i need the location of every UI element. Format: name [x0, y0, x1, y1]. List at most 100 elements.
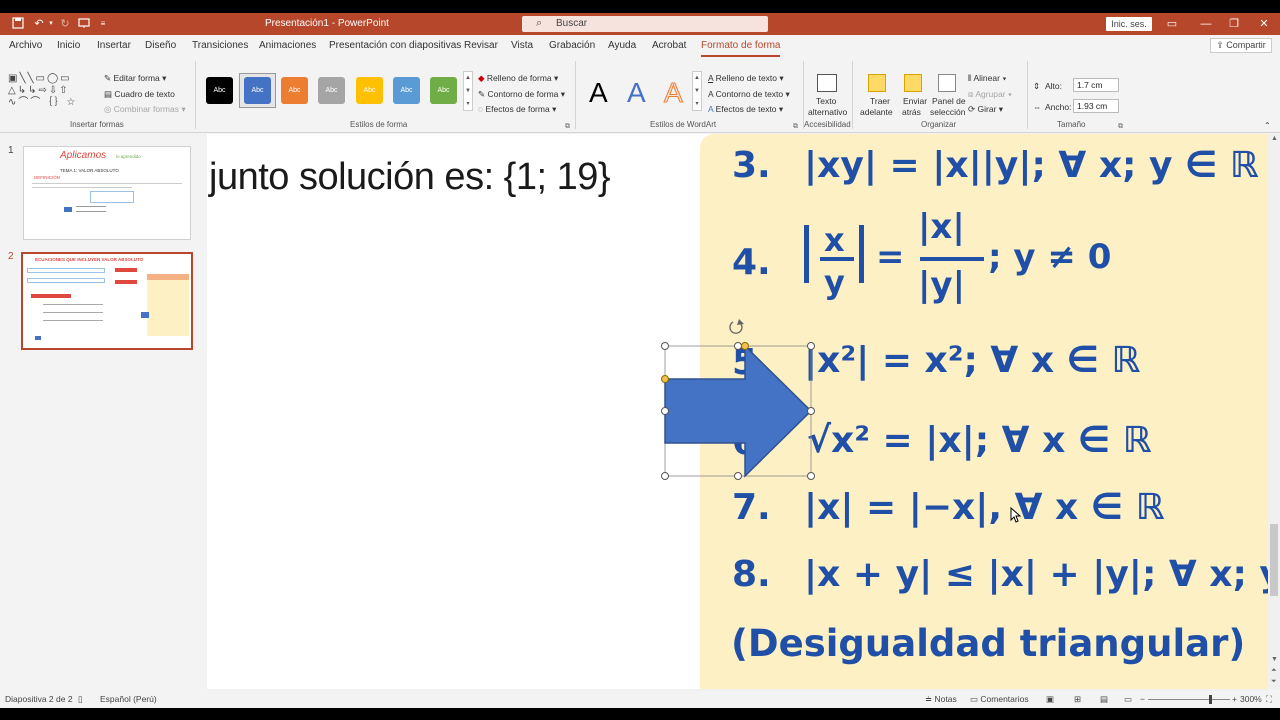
tab-presentacion[interactable]: Presentación con diapositivas [329, 40, 461, 51]
comments-button[interactable]: ▭ Comentarios [970, 694, 1029, 705]
zoom-slider[interactable] [1148, 699, 1230, 700]
resize-handle[interactable] [807, 407, 815, 415]
resize-handle[interactable] [661, 407, 669, 415]
zoom-out-icon[interactable]: − [1140, 694, 1145, 704]
width-input[interactable]: 1.93 cm [1073, 99, 1119, 113]
shape-fill-button[interactable]: ◆ Relleno de forma ▾ [478, 73, 558, 84]
resize-handle[interactable] [807, 342, 815, 350]
wordart-gallery-scroll[interactable]: ▲ ▼ ▾ [692, 71, 702, 111]
share-button[interactable]: ⇪ Compartir [1210, 38, 1272, 53]
divider [1027, 61, 1028, 129]
next-slide-icon[interactable]: ⏷ [1271, 678, 1277, 686]
tab-grabacion[interactable]: Grabación [549, 40, 595, 51]
text-outline-button[interactable]: A Contorno de texto ▾ [708, 89, 790, 100]
zoom-slider-thumb[interactable] [1209, 695, 1212, 704]
resize-handle[interactable] [734, 472, 742, 480]
zoom-in-icon[interactable]: + [1232, 694, 1237, 704]
thumb2-arrow [35, 336, 41, 340]
slideshow-view-icon[interactable]: ▭ [1124, 694, 1132, 705]
text-fill-button[interactable]: A Relleno de texto ▾ [708, 73, 784, 84]
customize-icon[interactable]: ≡ [96, 17, 110, 31]
height-input[interactable]: 1.7 cm [1073, 78, 1119, 92]
slide-thumbnail-2[interactable]: ECUACIONES QUE INCLUYEN VALOR ABSOLUTO [21, 252, 193, 350]
language-indicator[interactable]: Español (Perú) [100, 694, 157, 704]
resize-handle[interactable] [734, 342, 742, 350]
scroll-up-icon[interactable]: ▲ [1271, 135, 1278, 142]
wordart-style-orange[interactable]: A [664, 77, 684, 109]
vertical-scroll-thumb[interactable] [1270, 524, 1278, 596]
resize-handle[interactable] [807, 472, 815, 480]
chevron-down-icon[interactable]: ▾ [44, 17, 58, 31]
slide-thumbnail-1[interactable]: Aplicamos lo aprendido TEMA 1: VALOR ABS… [23, 146, 191, 240]
right-arrow-shape[interactable] [659, 316, 819, 482]
wordart-style-black[interactable]: A [589, 77, 608, 109]
shape-style-gold[interactable]: Abc [356, 77, 383, 104]
merge-shapes-label: Combinar formas [113, 104, 179, 114]
close-icon[interactable]: ✕ [1256, 16, 1272, 32]
present-icon[interactable] [77, 17, 91, 31]
tab-inicio[interactable]: Inicio [57, 40, 80, 51]
tab-transiciones[interactable]: Transiciones [192, 40, 248, 51]
restore-icon[interactable]: ❐ [1226, 16, 1242, 32]
shapes-gallery[interactable]: ▣╲╲▭◯▭ △↳↳⇨⇩⇧ ∿⌒⌒｛｝☆ [8, 73, 98, 113]
shape-style-orange[interactable]: Abc [281, 77, 308, 104]
text-fill-label: Relleno de texto [715, 73, 778, 83]
wordart-style-blue[interactable]: A [627, 77, 646, 109]
tab-diseno[interactable]: Diseño [145, 40, 176, 51]
search-box[interactable]: ⌕ Buscar [522, 16, 768, 32]
shape-style-black[interactable]: Abc [206, 77, 233, 104]
text-box-button[interactable]: ▤ Cuadro de texto [104, 89, 175, 100]
size-launcher-icon[interactable]: ⧉ [1118, 123, 1123, 131]
collapse-ribbon-icon[interactable]: ⌃ [1264, 121, 1271, 130]
thumb2-panel-header [147, 274, 189, 280]
shape-style-gray[interactable]: Abc [318, 77, 345, 104]
merge-shapes-button[interactable]: ◎ Combinar formas ▾ [104, 104, 186, 115]
text-effects-button[interactable]: A Efectos de texto ▾ [708, 104, 783, 115]
minimize-icon[interactable]: — [1198, 16, 1214, 32]
tab-acrobat[interactable]: Acrobat [652, 40, 686, 51]
wordart-group-label: Estilos de WordArt [650, 120, 717, 129]
sign-in-button[interactable]: Inic. ses. [1106, 17, 1152, 31]
zoom-level[interactable]: 300% [1240, 694, 1262, 704]
edit-shape-button[interactable]: ✎ Editar forma ▾ [104, 73, 166, 84]
ribbon-display-icon[interactable]: ▭ [1164, 16, 1180, 32]
adjust-handle[interactable] [741, 342, 749, 350]
rotate-handle-icon[interactable] [729, 319, 744, 334]
width-icon: ⇔ [1033, 102, 1042, 112]
scroll-down-icon[interactable]: ▼ [1271, 656, 1278, 663]
accessibility-check-icon[interactable]: ▯ [78, 694, 83, 705]
equation-4: x y = |x| |y| ; y ≠ 0 [804, 207, 1224, 327]
shape-effects-button[interactable]: ◌ Efectos de forma ▾ [478, 104, 556, 115]
reading-view-icon[interactable]: ▤ [1100, 694, 1108, 705]
tab-ayuda[interactable]: Ayuda [608, 40, 636, 51]
tab-animaciones[interactable]: Animaciones [259, 40, 316, 51]
shape-style-lightblue[interactable]: Abc [393, 77, 420, 104]
shape-outline-button[interactable]: ✎ Contorno de forma ▾ [478, 89, 565, 100]
fit-slide-icon[interactable]: ⛶ [1266, 694, 1272, 705]
shape-style-green[interactable]: Abc [430, 77, 457, 104]
rotate-button[interactable]: ⟳ Girar ▾ [968, 104, 1003, 115]
tab-archivo[interactable]: Archivo [9, 40, 42, 51]
group-button[interactable]: ⧈ Agrupar ▾ [968, 89, 1012, 100]
save-icon[interactable] [11, 17, 25, 31]
notes-button[interactable]: ≐ Notas [925, 694, 957, 705]
normal-view-icon[interactable]: ▣ [1046, 694, 1054, 705]
vertical-scrollbar[interactable]: ▲ ▼ ⏶ ⏷ [1268, 134, 1280, 689]
resize-handle[interactable] [661, 342, 669, 350]
styles-gallery-scroll[interactable]: ▲ ▼ ▾ [463, 71, 473, 111]
resize-handle[interactable] [661, 472, 669, 480]
slide-canvas[interactable]: junto solución es: {1; 19} 3. |xy| = |x|… [207, 134, 1268, 689]
align-button[interactable]: ⫴ Alinear ▾ [968, 73, 1006, 84]
shape-style-blue[interactable]: Abc [244, 77, 271, 104]
slide-sorter-icon[interactable]: ⊞ [1074, 694, 1081, 705]
prev-slide-icon[interactable]: ⏶ [1271, 667, 1277, 675]
shape-styles-launcher-icon[interactable]: ⧉ [565, 123, 570, 131]
tab-insertar[interactable]: Insertar [97, 40, 131, 51]
tab-formato-de-forma[interactable]: Formato de forma [701, 40, 781, 57]
divider [803, 61, 804, 129]
wordart-launcher-icon[interactable]: ⧉ [793, 123, 798, 131]
redo-icon[interactable]: ↻ [58, 17, 72, 31]
adjust-handle[interactable] [661, 375, 669, 383]
tab-revisar[interactable]: Revisar [464, 40, 498, 51]
tab-vista[interactable]: Vista [511, 40, 533, 51]
